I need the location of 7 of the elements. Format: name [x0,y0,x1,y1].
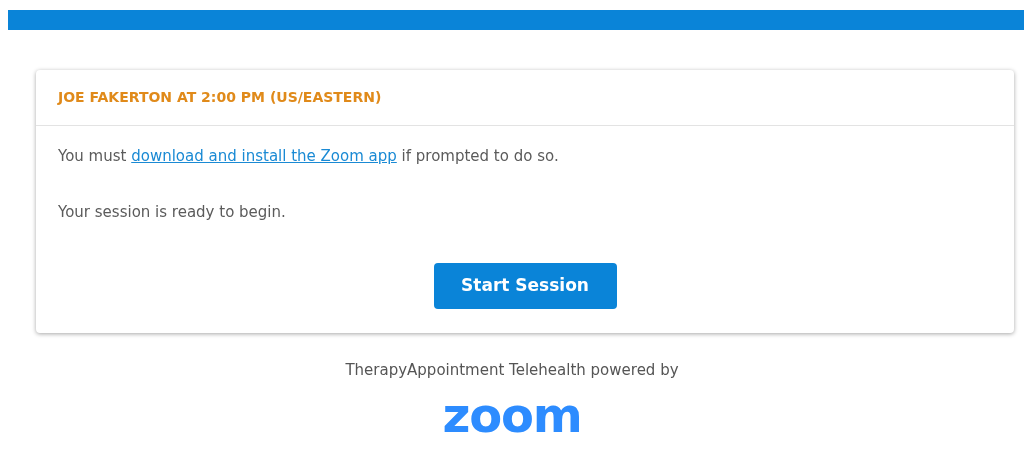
install-message: You must download and install the Zoom app if prompted to do so. [58,146,560,167]
appointment-title: JOE FAKERTON AT 2:00 PM (US/EASTERN) [58,88,382,107]
start-session-button[interactable]: Start Session [433,263,617,309]
zoom-logo: zoom [442,389,582,440]
zoom-download-link[interactable]: download and install the Zoom app [131,147,397,165]
powered-by-text: TherapyAppointment Telehealth powered by [345,360,679,381]
session-status: Your session is ready to begin. [58,201,287,223]
